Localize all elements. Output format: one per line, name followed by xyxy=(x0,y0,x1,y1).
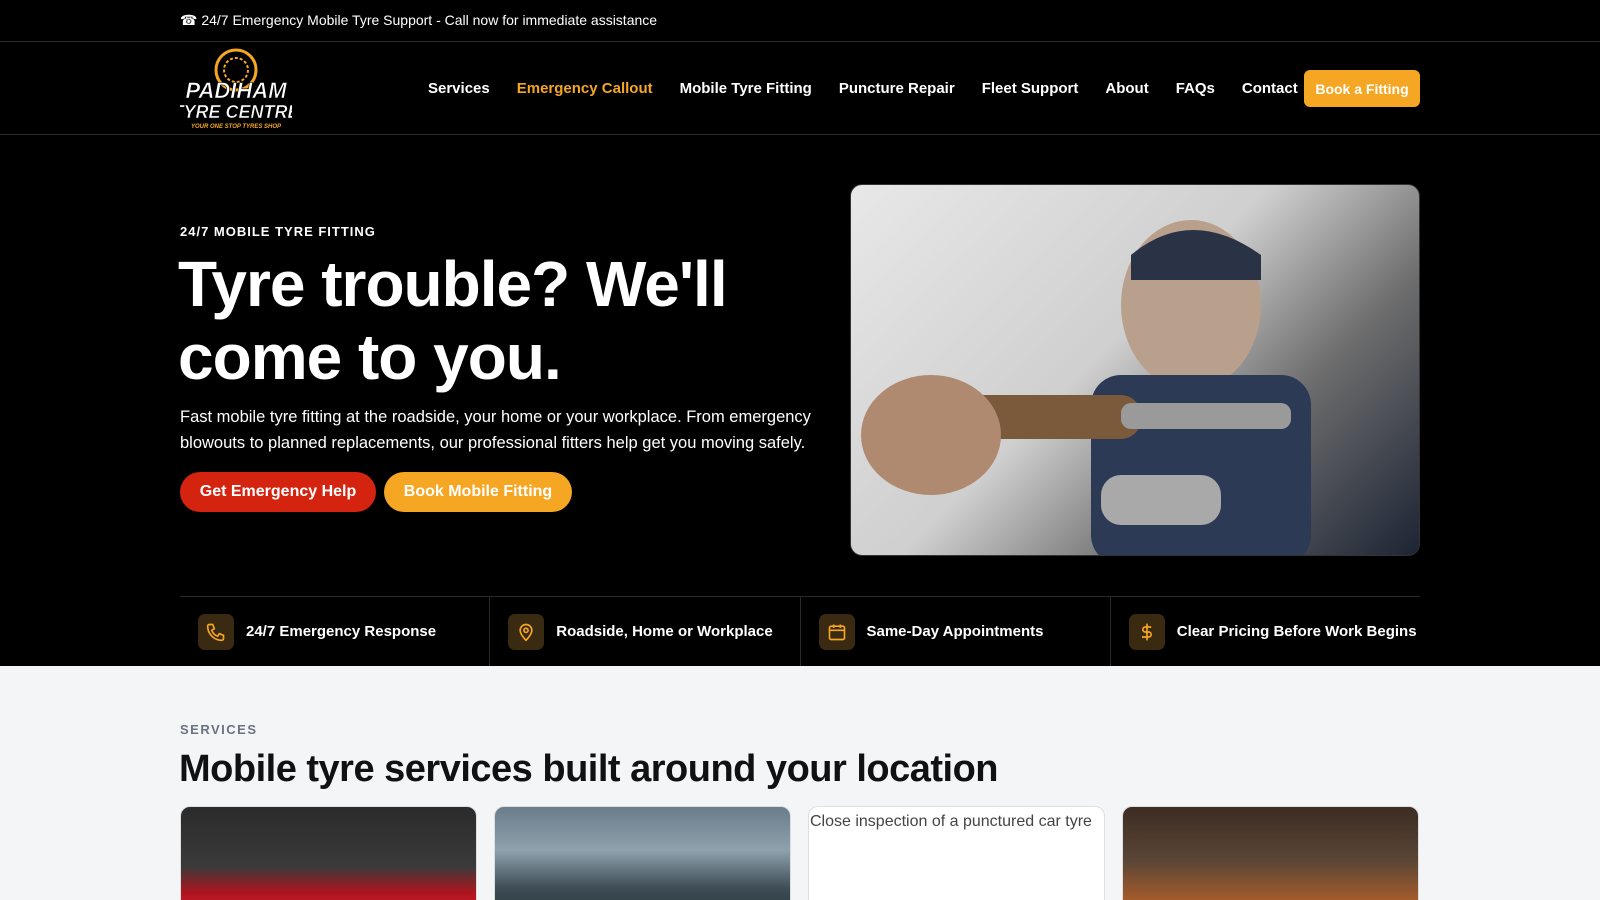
feature-label: Roadside, Home or Workplace xyxy=(556,623,773,640)
service-card-image[interactable]: Close inspection of a punctured car tyre xyxy=(808,806,1105,900)
nav-item-services[interactable]: Services xyxy=(428,80,490,97)
get-emergency-help-button[interactable]: Get Emergency Help xyxy=(180,472,376,512)
phone-icon xyxy=(198,613,234,650)
feature-item: Same-Day Appointments xyxy=(801,597,1111,666)
feature-label: Same-Day Appointments xyxy=(866,623,1044,640)
logo-tagline: YOUR ONE STOP TYRES SHOP xyxy=(191,124,282,130)
nav-item-emergency-callout[interactable]: Emergency Callout xyxy=(517,80,653,97)
hero-photo-mechanic xyxy=(850,184,1420,556)
brand-logo[interactable]: PADIHAM TYRE CENTRE YOUR ONE STOP TYRES … xyxy=(180,48,292,132)
nav-item-fleet-support[interactable]: Fleet Support xyxy=(982,80,1079,97)
service-card-image[interactable] xyxy=(1122,806,1419,900)
book-fitting-button[interactable]: Book a Fitting xyxy=(1304,70,1420,107)
book-mobile-fitting-button[interactable]: Book Mobile Fitting xyxy=(384,472,572,512)
service-card-image[interactable] xyxy=(180,806,477,900)
nav-menu: Services Emergency Callout Mobile Tyre F… xyxy=(428,42,1298,135)
announcement-text: ☎ 24/7 Emergency Mobile Tyre Support - C… xyxy=(180,12,658,28)
dollar-icon xyxy=(1128,613,1165,650)
nav-item-mobile-tyre-fitting[interactable]: Mobile Tyre Fitting xyxy=(680,80,812,97)
nav-item-faqs[interactable]: FAQs xyxy=(1176,80,1215,97)
feature-label: Clear Pricing Before Work Begins xyxy=(1176,623,1417,640)
nav-item-puncture-repair[interactable]: Puncture Repair xyxy=(839,80,955,97)
broken-image-alt-text: Close inspection of a punctured car tyre xyxy=(810,813,1092,830)
calendar-icon xyxy=(818,613,855,650)
hero-lead: Fast mobile tyre fitting at the roadside… xyxy=(180,408,811,452)
services-section: SERVICES Mobile tyre services built arou… xyxy=(0,666,1600,900)
hero-section: 24/7 MOBILE TYRE FITTING Tyre trouble? W… xyxy=(0,136,1600,666)
announcement-bar: ☎ 24/7 Emergency Mobile Tyre Support - C… xyxy=(0,0,1600,42)
services-eyebrow: SERVICES xyxy=(180,722,258,737)
feature-item: Roadside, Home or Workplace xyxy=(490,597,801,666)
feature-item: Clear Pricing Before Work Begins xyxy=(1111,597,1420,666)
hero-headline: Tyre trouble? We'll come to you. xyxy=(178,248,728,393)
nav-item-contact[interactable]: Contact xyxy=(1242,80,1298,97)
main-navigation: PADIHAM TYRE CENTRE YOUR ONE STOP TYRES … xyxy=(0,42,1600,135)
services-title: Mobile tyre services built around your l… xyxy=(179,748,999,790)
service-card-image[interactable] xyxy=(494,806,791,900)
nav-item-about[interactable]: About xyxy=(1105,80,1148,97)
logo-line2: TYRE CENTRE xyxy=(180,102,292,122)
hero-eyebrow: 24/7 MOBILE TYRE FITTING xyxy=(180,224,376,239)
logo-line1: PADIHAM xyxy=(185,78,287,103)
feature-label: 24/7 Emergency Response xyxy=(246,623,437,640)
map-pin-icon xyxy=(508,613,545,650)
feature-strip: 24/7 Emergency Response Roadside, Home o… xyxy=(180,596,1420,666)
feature-item: 24/7 Emergency Response xyxy=(180,597,491,666)
